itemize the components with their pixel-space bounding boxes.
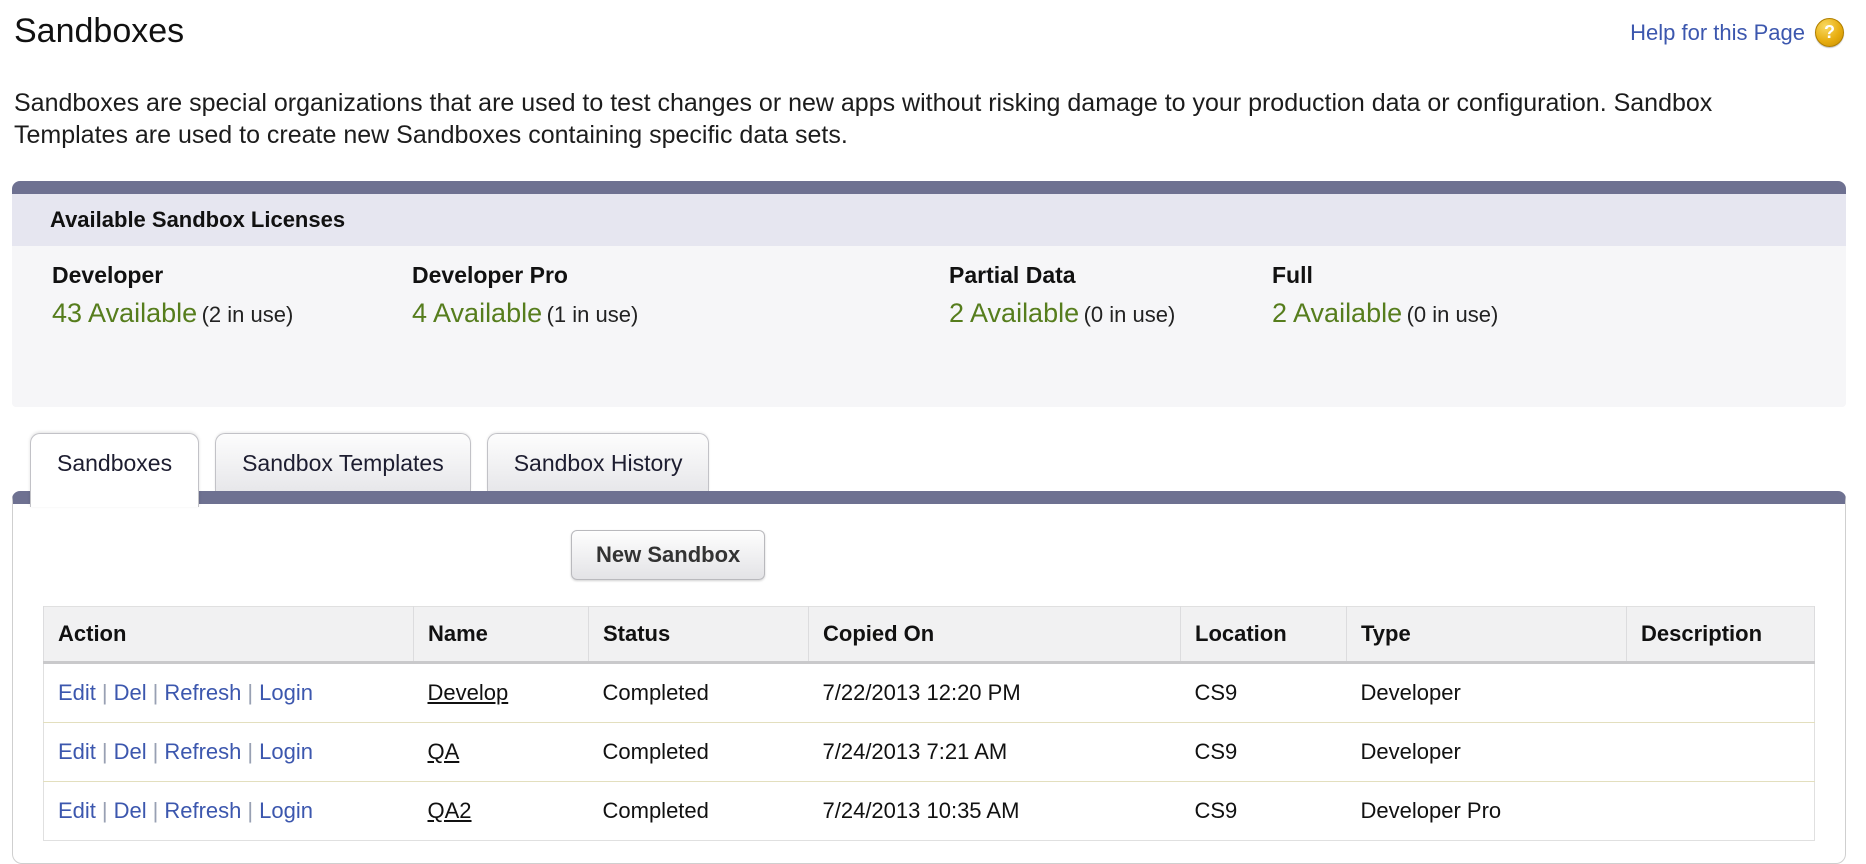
tab-label: Sandbox History xyxy=(513,450,683,476)
new-sandbox-button[interactable]: New Sandbox xyxy=(571,530,766,580)
available-licenses-section: Available Sandbox Licenses Developer 43 … xyxy=(12,181,1846,407)
description-cell xyxy=(1626,722,1815,782)
license-available-count: 4 Available xyxy=(412,298,543,328)
name-cell: QA xyxy=(413,722,589,782)
sandbox-tabs-area: Sandboxes Sandbox Templates Sandbox Hist… xyxy=(12,433,1846,864)
license-in-use-count: (0 in use) xyxy=(1406,302,1499,327)
license-in-use-count: (0 in use) xyxy=(1083,302,1176,327)
sandbox-name-link[interactable]: QA2 xyxy=(428,798,472,823)
refresh-action-link[interactable]: Refresh xyxy=(164,739,241,764)
page-title: Sandboxes xyxy=(14,12,185,50)
license-type-label: Full xyxy=(1272,262,1313,288)
table-row: Edit | Del | Refresh | Login QA Completed 7/24… xyxy=(43,722,1815,782)
help-link[interactable]: Help for this Page xyxy=(1630,20,1805,46)
column-header-name: Name xyxy=(413,606,589,664)
license-type-label: Developer xyxy=(52,262,164,288)
action-cell: Edit | Del | Refresh | Login xyxy=(43,662,414,723)
copied-on-cell: 7/24/2013 10:35 AM xyxy=(808,781,1181,841)
license-list: Developer 43 Available (2 in use) Develo… xyxy=(12,246,1846,407)
action-separator: | xyxy=(152,739,159,764)
license-item: Developer Pro 4 Available (1 in use) xyxy=(412,262,949,329)
column-header-location: Location xyxy=(1180,606,1347,664)
tab-sandbox-templates[interactable]: Sandbox Templates xyxy=(215,433,471,491)
licenses-section-title: Available Sandbox Licenses xyxy=(12,194,1846,246)
license-type-label: Developer Pro xyxy=(412,262,568,288)
toolbar: New Sandbox xyxy=(571,530,1815,580)
license-item: Partial Data 2 Available (0 in use) xyxy=(949,262,1272,329)
license-type-label: Partial Data xyxy=(949,262,1076,288)
page-description: Sandboxes are special organizations that… xyxy=(14,89,1713,149)
tab-label: Sandbox Templates xyxy=(242,450,444,476)
name-cell: QA2 xyxy=(413,781,589,841)
name-cell: Develop xyxy=(413,662,589,723)
edit-action-link[interactable]: Edit xyxy=(58,798,96,823)
copied-on-cell: 7/24/2013 7:21 AM xyxy=(808,722,1181,782)
status-cell: Completed xyxy=(588,781,809,841)
section-top-bar xyxy=(12,181,1846,194)
table-row: Edit | Del | Refresh | Login Develop Completed… xyxy=(43,662,1815,723)
action-separator: | xyxy=(101,680,108,705)
status-cell: Completed xyxy=(588,662,809,723)
action-cell: Edit | Del | Refresh | Login xyxy=(43,781,414,841)
help-question-icon[interactable]: ? xyxy=(1815,18,1844,47)
column-header-description: Description xyxy=(1626,606,1815,664)
table-row: Edit | Del | Refresh | Login QA2 Completed 7/2… xyxy=(43,781,1815,841)
action-separator: | xyxy=(247,739,254,764)
license-in-use-count: (1 in use) xyxy=(546,302,639,327)
description-cell xyxy=(1626,662,1815,723)
sandboxes-tab-panel: New Sandbox Action Name Status Copied On Loc… xyxy=(12,491,1846,864)
tab-label: Sandboxes xyxy=(57,450,173,476)
table-header-row: Action Name Status Copied On Location Type Des… xyxy=(43,606,1815,664)
description-cell xyxy=(1626,781,1815,841)
license-item: Full 2 Available (0 in use) xyxy=(1272,262,1498,329)
action-separator: | xyxy=(101,798,108,823)
type-cell: Developer xyxy=(1346,722,1627,782)
column-header-action: Action xyxy=(43,606,414,664)
license-item: Developer 43 Available (2 in use) xyxy=(52,262,412,329)
column-header-type: Type xyxy=(1346,606,1627,664)
del-action-link[interactable]: Del xyxy=(114,798,147,823)
license-in-use-count: (2 in use) xyxy=(201,302,294,327)
refresh-action-link[interactable]: Refresh xyxy=(164,798,241,823)
page-header: Sandboxes Help for this Page ? xyxy=(0,0,1866,51)
license-available-count: 43 Available xyxy=(52,298,198,328)
action-separator: | xyxy=(247,680,254,705)
column-header-copied-on: Copied On xyxy=(808,606,1181,664)
location-cell: CS9 xyxy=(1180,722,1347,782)
type-cell: Developer xyxy=(1346,662,1627,723)
login-action-link[interactable]: Login xyxy=(259,739,313,764)
sandbox-table: Action Name Status Copied On Location Type Des… xyxy=(43,606,1815,841)
action-cell: Edit | Del | Refresh | Login xyxy=(43,722,414,782)
refresh-action-link[interactable]: Refresh xyxy=(164,680,241,705)
del-action-link[interactable]: Del xyxy=(114,680,147,705)
action-separator: | xyxy=(152,680,159,705)
copied-on-cell: 7/22/2013 12:20 PM xyxy=(808,662,1181,723)
login-action-link[interactable]: Login xyxy=(259,798,313,823)
del-action-link[interactable]: Del xyxy=(114,739,147,764)
license-available-count: 2 Available xyxy=(1272,298,1403,328)
login-action-link[interactable]: Login xyxy=(259,680,313,705)
column-header-status: Status xyxy=(588,606,809,664)
sandbox-name-link[interactable]: QA xyxy=(428,739,460,764)
help-for-this-page: Help for this Page ? xyxy=(1630,18,1844,47)
location-cell: CS9 xyxy=(1180,781,1347,841)
location-cell: CS9 xyxy=(1180,662,1347,723)
edit-action-link[interactable]: Edit xyxy=(58,680,96,705)
action-separator: | xyxy=(152,798,159,823)
license-available-count: 2 Available xyxy=(949,298,1080,328)
edit-action-link[interactable]: Edit xyxy=(58,739,96,764)
action-separator: | xyxy=(101,739,108,764)
action-separator: | xyxy=(247,798,254,823)
tab-sandboxes[interactable]: Sandboxes xyxy=(30,433,200,507)
type-cell: Developer Pro xyxy=(1346,781,1627,841)
table-body: Edit | Del | Refresh | Login Develop Completed… xyxy=(43,662,1815,841)
tab-sandbox-history[interactable]: Sandbox History xyxy=(486,433,710,491)
tabstrip: Sandboxes Sandbox Templates Sandbox Hist… xyxy=(12,433,1846,507)
status-cell: Completed xyxy=(588,722,809,782)
sandbox-name-link[interactable]: Develop xyxy=(428,680,509,705)
